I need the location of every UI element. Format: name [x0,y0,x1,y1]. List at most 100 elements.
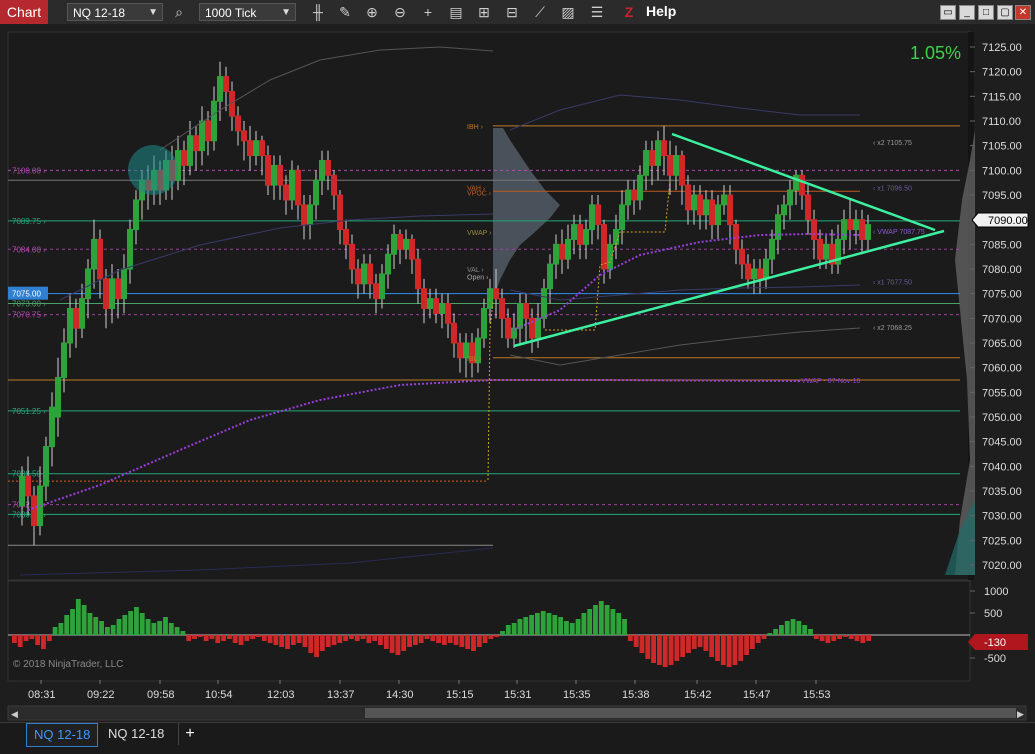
volume-bar-positive [773,629,779,635]
data-box-icon[interactable]: ▤ [447,3,465,21]
bottom-tab-bar: NQ 12-18 NQ 12-18 + [0,722,1035,754]
candle-up [535,317,541,339]
candle-down [193,135,199,152]
candle-up [703,199,709,216]
time-axis-label: 09:58 [147,689,175,701]
add-tab-icon[interactable]: + [178,723,201,745]
volume-bar-negative [197,635,203,637]
volume-bar-negative [633,635,639,647]
candle-up [313,179,319,206]
help-menu[interactable]: Help [646,3,676,19]
price-chart[interactable]: 7125.00 7120.00 7115.00 7110.00 7105.00 7100.… [0,24,1035,724]
candle-up [211,100,217,142]
volume-bar-negative [645,635,651,659]
candle-down [661,140,667,157]
candle-up [19,475,25,507]
price-axis-label: 7115.00 [982,91,1021,103]
toolbar: Chart NQ 12-18 ▼ ⌕ 1000 Tick ▼ ╫ ✎ ⊕ ⊖ +… [0,0,1035,25]
instrument-selector[interactable]: NQ 12-18 ▼ [67,3,163,21]
chart-annotation: ‹ x1 7096.50 [873,186,912,193]
percent-change: 1.05% [910,43,961,63]
candle-up [379,273,385,300]
price-axis-label: 7080.00 [982,264,1022,276]
candle-up [607,243,613,270]
candle-up [691,194,697,211]
zoom-out-icon[interactable]: ⊖ [391,3,409,21]
candle-up [751,268,757,280]
candle-down [283,184,289,201]
candle-up [385,253,391,275]
volume-bar-negative [848,635,854,639]
volume-bar-positive [180,631,186,635]
level-label: 7051.25 › [12,407,46,416]
volume-bar-positive [168,623,174,635]
candle-up [43,446,49,487]
volume-bar-negative [709,635,715,657]
tab-nq-12-18-active[interactable]: NQ 12-18 [26,723,99,747]
volume-bar-positive [157,621,163,635]
z-icon[interactable]: Z [622,4,636,20]
volume-bar-positive [767,633,773,635]
chart-annotation: ‹ x1 7077.50 [873,279,912,286]
volume-bar-positive [134,607,139,635]
volume-axis-label: 1000 [984,586,1008,598]
level-label: 7084.00 › [12,245,46,254]
volume-bar-positive [511,623,517,635]
volume-bar-negative [494,635,500,637]
volume-bar-negative [738,635,744,661]
templates-icon[interactable]: ☰ [588,3,606,21]
candle-down [277,164,283,186]
tab-nq-12-18[interactable]: NQ 12-18 [101,723,171,745]
restore-icon[interactable]: □ [978,5,994,20]
instrument-value: NQ 12-18 [73,6,126,20]
chart-trader-icon[interactable]: ⊞ [475,3,493,21]
strategies-icon[interactable]: ⟋ [531,3,549,21]
chart-menu-button[interactable]: Chart [0,0,48,24]
candle-up [427,298,433,309]
crosshair-icon[interactable]: + [419,3,437,21]
volume-bar-positive [145,619,151,635]
candle-down [799,174,805,196]
price-axis-label: 7020.00 [982,560,1022,572]
zoom-in-icon[interactable]: ⊕ [363,3,381,21]
candle-down [409,238,415,260]
volume-bar-negative [41,635,46,649]
candle-up [439,303,445,314]
candle-up [763,258,769,280]
tile-window-icon[interactable]: ▭ [940,5,956,20]
candle-up [769,238,775,260]
candle-up [853,219,859,231]
draw-pencil-icon[interactable]: ✎ [336,3,354,21]
volume-bar-positive [139,613,145,635]
period-selector[interactable]: 1000 Tick ▼ [199,3,296,21]
chart-annotation: ‹ VWAP 7087.75 [873,229,925,236]
candle-down [727,194,733,226]
close-icon[interactable]: ✕ [1015,5,1031,20]
properties-icon[interactable]: ▨ [559,3,577,21]
candle-up [583,229,589,245]
search-icon[interactable]: ⌕ [170,3,188,21]
volume-bar-negative [389,635,395,653]
volume-bar-negative [627,635,633,641]
volume-bar-negative [761,635,767,639]
price-axis-label: 7105.00 [982,141,1022,153]
volume-bar-positive [505,625,511,635]
volume-bar-negative [337,635,343,643]
candle-down [739,248,745,265]
candle-up [49,406,55,448]
minimize-icon[interactable]: _ [959,5,975,20]
indicators-icon[interactable]: ⊟ [503,3,521,21]
bar-style-icon[interactable]: ╫ [309,3,327,21]
volume-bar-negative [651,635,656,663]
price-axis-label: 7070.00 [982,313,1022,325]
volume-bar-negative [325,635,331,647]
price-axis-label: 7075.00 [982,289,1022,301]
time-axis-label: 09:22 [87,689,115,701]
candle-up [637,174,643,201]
volume-bar-positive [808,629,813,635]
volume-bar-positive [163,617,168,635]
candle-up [67,307,73,344]
candle-down [325,159,331,176]
maximize-icon[interactable]: ▢ [997,5,1013,20]
volume-bar-negative [378,635,383,645]
